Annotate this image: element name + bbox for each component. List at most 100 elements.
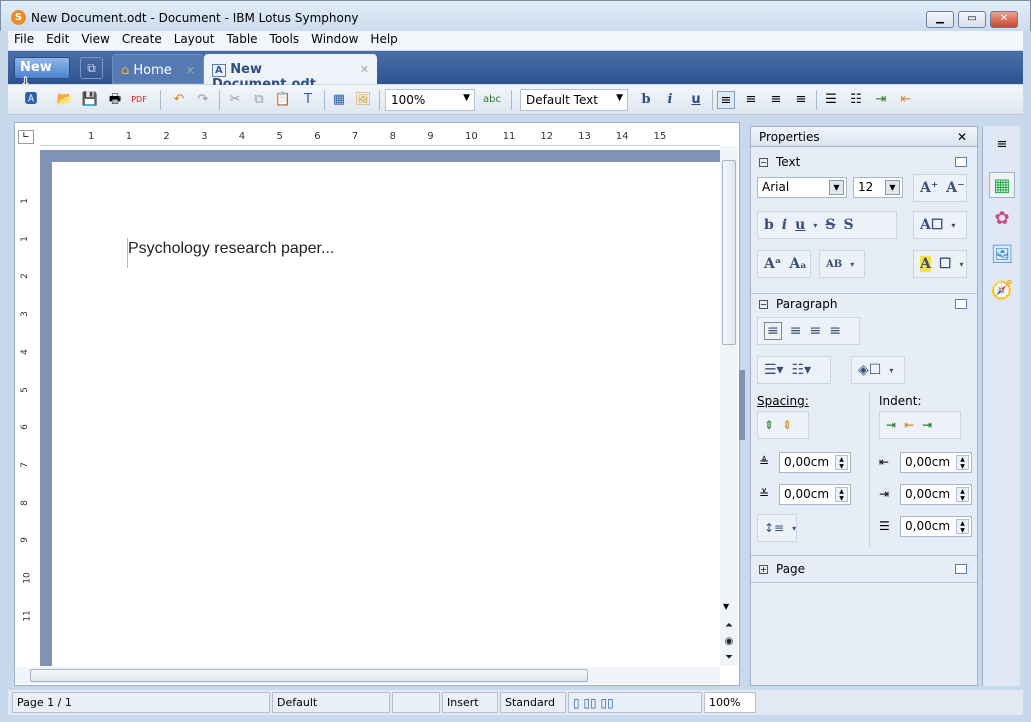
document-text[interactable]: Psychology research paper... (128, 240, 334, 258)
next-page-icon[interactable]: ⏷ (722, 650, 736, 666)
table-icon[interactable]: ▦ (330, 91, 348, 109)
decrease-spacing-icon[interactable]: ⇕ (782, 418, 792, 432)
tab-document[interactable]: A New Document.odt✕ (204, 54, 377, 92)
maximize-button[interactable]: ▭ (958, 11, 986, 28)
line-spacing-button[interactable]: ↕≡ ▾ (757, 514, 797, 542)
selection-mode-status[interactable]: Standard (500, 692, 566, 713)
numbered-list-icon[interactable]: ☷▾ (792, 362, 812, 378)
undo-icon[interactable]: ↶ (170, 91, 188, 109)
menu-window[interactable]: Window (305, 31, 364, 50)
book-view-icon[interactable]: ▯▯ (600, 696, 613, 710)
increase-indent-icon[interactable]: ⇥ (872, 91, 890, 109)
spacing-above-input[interactable]: 0,00cm ▲ ▼ (779, 452, 851, 473)
copy-icon[interactable]: ⧉ (250, 91, 268, 109)
align-right-icon[interactable]: ≡ (767, 91, 785, 109)
align-left-icon[interactable]: ≡ (717, 91, 735, 109)
more-options-icon[interactable] (955, 299, 967, 309)
align-center-icon[interactable]: ≡ (742, 91, 760, 109)
close-tab-icon[interactable]: ✕ (186, 64, 195, 77)
collapse-icon[interactable]: − (759, 299, 768, 309)
bullet-list-icon[interactable]: ☰ (822, 91, 840, 109)
spacing-below-input[interactable]: 0,00cm ▲ ▼ (779, 484, 851, 505)
vertical-scrollbar-thumb[interactable] (722, 160, 736, 345)
redo-icon[interactable]: ↷ (194, 91, 212, 109)
horizontal-ruler[interactable]: 1 1 2 3 4 5 6 7 8 9 10 11 12 13 14 15 (40, 128, 720, 146)
menu-edit[interactable]: Edit (40, 31, 75, 50)
cut-icon[interactable]: ✂ (226, 91, 244, 109)
italic-icon[interactable]: i (661, 91, 679, 109)
expand-icon[interactable]: + (759, 564, 768, 574)
highlight-color-button[interactable]: A ☐ ▾ (913, 250, 967, 278)
insert-mode-status[interactable]: Insert (442, 692, 498, 713)
font-name-select[interactable]: Arial ▼ (757, 177, 847, 198)
close-panel-icon[interactable]: ✕ (957, 130, 967, 144)
sidebar-menu-icon[interactable]: ≡ (989, 132, 1015, 158)
pdf-export-icon[interactable]: PDF (130, 91, 148, 109)
menu-file[interactable]: File (8, 31, 40, 50)
tab-home[interactable]: ⌂ Home ✕ (112, 54, 204, 84)
menu-table[interactable]: Table (221, 31, 264, 50)
multi-page-icon[interactable]: ▯▯ (583, 696, 596, 710)
character-spacing-button[interactable]: AB ▾ (819, 250, 865, 278)
menu-help[interactable]: Help (364, 31, 403, 50)
paste-icon[interactable]: 📋 (274, 91, 292, 109)
more-options-icon[interactable] (955, 157, 967, 167)
paragraph-style-select[interactable]: Default Text ▼ (520, 89, 628, 111)
page-style-status[interactable]: Default (272, 692, 390, 713)
underline-icon[interactable]: u (795, 217, 805, 233)
show-windows-button[interactable]: ⧉ (80, 57, 103, 79)
properties-icon[interactable]: ▦ (989, 172, 1015, 198)
justify-icon[interactable]: ≡ (829, 323, 841, 339)
text-box-icon[interactable]: T (299, 91, 317, 109)
menu-create[interactable]: Create (116, 31, 168, 50)
grow-font-icon[interactable]: A⁺ (920, 180, 938, 196)
page-section-header[interactable]: + Page (751, 559, 977, 579)
decrease-indent-icon[interactable]: ⇤ (904, 418, 914, 432)
decrease-indent-icon[interactable]: ⇤ (897, 91, 915, 109)
menu-tools[interactable]: Tools (264, 31, 306, 50)
hanging-indent-icon[interactable]: ⇥ (922, 418, 932, 432)
zoom-status[interactable]: 100% (704, 692, 756, 713)
italic-icon[interactable]: i (782, 217, 787, 233)
menu-view[interactable]: View (75, 31, 115, 50)
bullet-list-icon[interactable]: ☰▾ (764, 362, 784, 378)
align-left-icon[interactable]: ≡ (764, 322, 782, 340)
spinner-icon[interactable]: ▲ ▼ (956, 455, 969, 470)
tab-stop-selector[interactable]: ∟ (18, 130, 34, 144)
justify-icon[interactable]: ≡ (792, 91, 810, 109)
previous-page-icon[interactable]: ⏶ (722, 618, 736, 634)
navigator-icon[interactable]: 🧭 (989, 278, 1015, 304)
increase-spacing-icon[interactable]: ⇕ (764, 418, 774, 432)
underline-icon[interactable]: u (687, 91, 705, 109)
open-icon[interactable]: 📂 (56, 91, 74, 109)
page-navigation[interactable]: ⏶ ◉ ⏷ (722, 618, 736, 666)
close-tab-icon[interactable]: ✕ (360, 63, 369, 76)
align-right-icon[interactable]: ≡ (809, 323, 821, 339)
collapse-icon[interactable]: − (759, 157, 768, 167)
spinner-icon[interactable]: ▲ ▼ (956, 519, 969, 534)
paragraph-section-header[interactable]: − Paragraph (751, 294, 977, 314)
indent-before-input[interactable]: 0,00cm ▲ ▼ (900, 452, 972, 473)
insert-image-icon[interactable]: 🖼 (354, 91, 372, 109)
text-section-header[interactable]: − Text (751, 152, 977, 172)
bold-icon[interactable]: b (764, 217, 774, 233)
strikethrough-icon[interactable]: S (825, 217, 835, 233)
first-line-indent-input[interactable]: 0,00cm ▲ ▼ (900, 516, 972, 537)
minimize-button[interactable]: ▁ (926, 11, 954, 28)
navigation-icon[interactable]: ◉ (722, 634, 736, 650)
subscript-icon[interactable]: Aₐ (789, 256, 806, 272)
chevron-down-icon[interactable]: ▾ (813, 220, 817, 230)
single-page-icon[interactable]: ▯ (573, 696, 580, 710)
spinner-icon[interactable]: ▲ ▼ (835, 487, 848, 502)
font-color-button[interactable]: A☐ ▾ (913, 211, 967, 239)
increase-indent-icon[interactable]: ⇥ (886, 418, 896, 432)
indent-after-input[interactable]: 0,00cm ▲ ▼ (900, 484, 972, 505)
more-options-icon[interactable] (955, 564, 967, 574)
paragraph-background-button[interactable]: ◈☐ ▾ (851, 356, 905, 384)
gallery-icon[interactable]: 🖼 (989, 242, 1015, 268)
shrink-font-icon[interactable]: A⁻ (946, 180, 964, 196)
zoom-select[interactable]: 100% ▼ (385, 89, 475, 111)
panel-splitter[interactable] (739, 370, 745, 440)
print-icon[interactable]: 🖶 (106, 91, 124, 109)
close-button[interactable]: ✕ (990, 11, 1018, 28)
